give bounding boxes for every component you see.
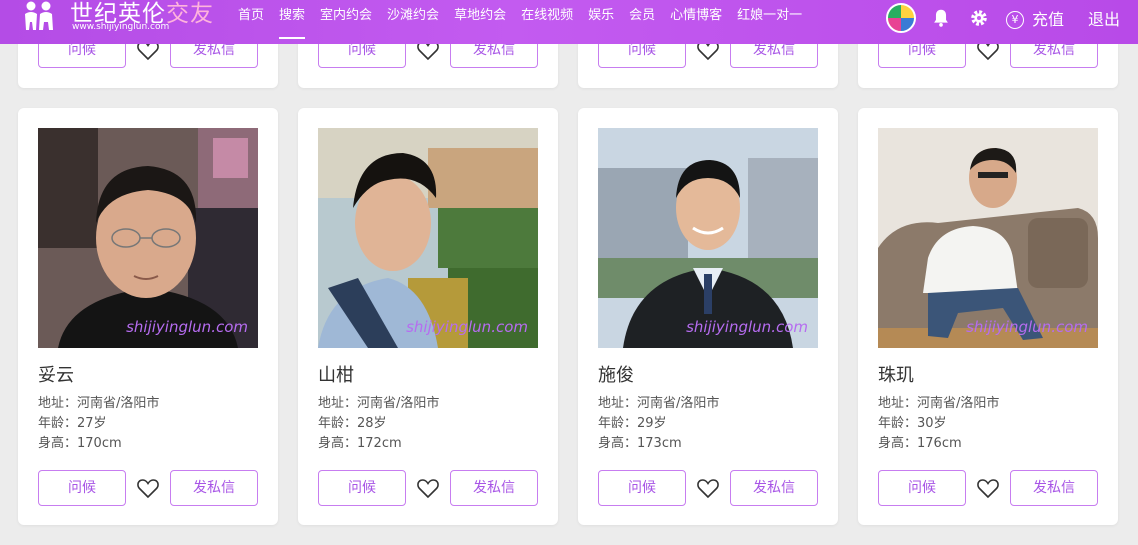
nav-online-video[interactable]: 在线视频 [521,0,573,44]
profile-photo[interactable]: shijiyinglun.com [318,128,538,348]
greet-button[interactable]: 问候 [878,470,966,506]
profile-height: 身高：176cm [878,436,962,451]
recharge-label: 充值 [1031,10,1064,29]
message-button[interactable]: 发私信 [730,470,818,506]
profile-name[interactable]: 珠玑 [878,361,914,387]
bell-icon[interactable] [930,7,952,29]
message-button[interactable]: 发私信 [450,470,538,506]
top-header: 世纪英伦交友 www.shijiyinglun.com 首页 搜索 室内约会 沙… [0,0,1138,44]
heart-outline-icon[interactable] [976,476,1000,500]
watermark-text: shijiyinglun.com [966,318,1088,336]
profile-height: 身高：173cm [598,436,682,451]
nav-search[interactable]: 搜索 [279,0,306,44]
greet-button[interactable]: 问候 [318,470,406,506]
profile-address: 地址：河南省/洛阳市 [38,396,160,411]
user-avatar[interactable] [885,3,916,33]
profile-name[interactable]: 妥云 [38,361,74,387]
profile-age: 年龄：30岁 [878,416,947,431]
gear-icon[interactable] [968,7,990,29]
main-nav: 首页 搜索 室内约会 沙滩约会 草地约会 在线视频 娱乐 会员 心情博客 红娘一… [238,0,817,44]
profile-age: 年龄：29岁 [598,416,667,431]
greet-button[interactable]: 问候 [598,470,686,506]
yen-icon: ¥ [1005,11,1024,29]
heart-outline-icon[interactable] [416,476,440,500]
nav-mood-blog[interactable]: 心情博客 [670,0,722,44]
nav-matchmaker[interactable]: 红娘一对一 [737,0,802,44]
watermark-text: shijiyinglun.com [126,318,248,336]
nav-beach-date[interactable]: 沙滩约会 [387,0,439,44]
profile-card[interactable]: shijiyinglun.com 妥云 地址：河南省/洛阳市 年龄：27岁 身高… [18,108,278,525]
message-button[interactable]: 发私信 [170,470,258,506]
message-button[interactable]: 发私信 [1010,470,1098,506]
greet-button[interactable]: 问候 [38,470,126,506]
profile-name[interactable]: 山柑 [318,361,354,387]
heart-outline-icon[interactable] [136,476,160,500]
nav-home[interactable]: 首页 [238,0,264,44]
header-actions: ¥ 充值 退出 [885,0,1120,36]
watermark-text: shijiyinglun.com [406,318,528,336]
couple-logo-icon [25,1,53,30]
profile-name[interactable]: 施俊 [598,361,634,387]
profile-height: 身高：172cm [318,436,402,451]
profile-age: 年龄：28岁 [318,416,387,431]
profile-address: 地址：河南省/洛阳市 [598,396,720,411]
nav-lawn-date[interactable]: 草地约会 [454,0,506,44]
profile-photo[interactable]: shijiyinglun.com [878,128,1098,348]
profile-card[interactable]: shijiyinglun.com 施俊 地址：河南省/洛阳市 年龄：29岁 身高… [578,108,838,525]
watermark-text: shijiyinglun.com [686,318,808,336]
profile-card[interactable]: shijiyinglun.com 珠玑 地址：河南省/洛阳市 年龄：30岁 身高… [858,108,1118,525]
heart-outline-icon[interactable] [696,476,720,500]
recharge-button[interactable]: ¥ 充值 [1005,6,1064,30]
profile-photo[interactable]: shijiyinglun.com [598,128,818,348]
profile-card[interactable]: shijiyinglun.com 山柑 地址：河南省/洛阳市 年龄：28岁 身高… [298,108,558,525]
nav-indoor-date[interactable]: 室内约会 [320,0,372,44]
profile-photo[interactable]: shijiyinglun.com [38,128,258,348]
profile-address: 地址：河南省/洛阳市 [318,396,440,411]
profile-age: 年龄：27岁 [38,416,107,431]
profile-address: 地址：河南省/洛阳市 [878,396,1000,411]
nav-membership[interactable]: 会员 [629,0,655,44]
nav-entertainment[interactable]: 娱乐 [588,0,614,44]
brand-url: www.shijiyinglun.com [72,22,170,32]
profile-height: 身高：170cm [38,436,122,451]
logout-link[interactable]: 退出 [1088,6,1120,30]
